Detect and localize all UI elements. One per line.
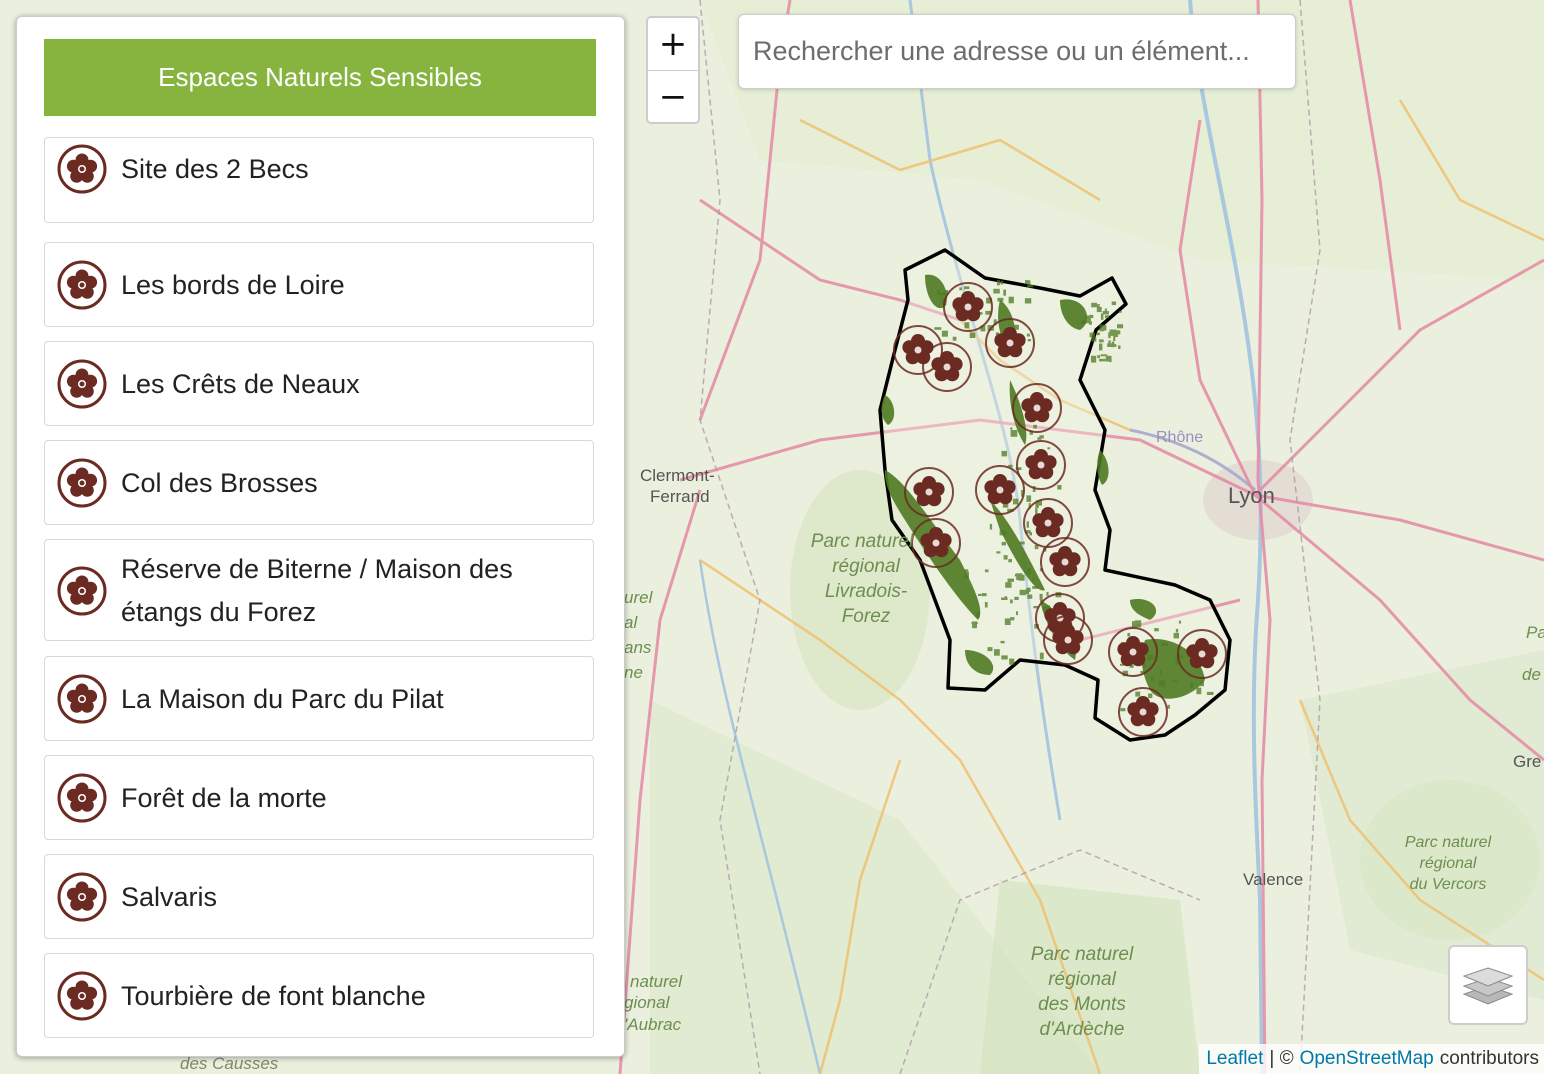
attribution-separator: | © xyxy=(1269,1048,1294,1069)
park-label-ardeche-2: régional xyxy=(1048,969,1116,990)
park-label-livradois-3: Livradois- xyxy=(825,581,907,602)
leaflet-link[interactable]: Leaflet xyxy=(1206,1048,1263,1070)
panel-title: Espaces Naturels Sensibles xyxy=(44,39,596,116)
park-label-vercors-1: Parc naturel xyxy=(1405,834,1492,851)
list-item-site[interactable]: La Maison du Parc du Pilat xyxy=(44,656,594,741)
list-item-site[interactable]: Tourbière de font blanche xyxy=(44,953,594,1038)
park-label-vercors-3: du Vercors xyxy=(1410,876,1487,893)
layers-button[interactable] xyxy=(1448,945,1528,1025)
layers-icon xyxy=(1462,967,1514,1005)
site-label: Tourbière de font blanche xyxy=(121,981,426,1011)
flower-marker-icon xyxy=(57,872,107,922)
park-label-aubrac-3: 'Aubrac xyxy=(624,1015,682,1034)
site-label: Forêt de la morte xyxy=(121,783,327,813)
park-label-left-2: al xyxy=(624,613,638,632)
park-label-left-1: urel xyxy=(624,588,654,607)
list-item-site[interactable]: Les bords de Loire xyxy=(44,242,594,327)
city-label-lyon: Lyon xyxy=(1228,483,1275,508)
park-label-right-2: de xyxy=(1522,665,1541,684)
flower-marker-icon xyxy=(57,458,107,508)
zoom-out-button[interactable]: − xyxy=(648,70,698,122)
park-label-ardeche-3: des Monts xyxy=(1038,994,1126,1015)
city-label-valence: Valence xyxy=(1243,870,1303,889)
flower-marker-icon xyxy=(57,566,107,616)
site-label: Les Crêts de Neaux xyxy=(121,369,360,399)
site-label: Site des 2 Becs xyxy=(121,154,309,184)
flower-marker-icon xyxy=(57,971,107,1021)
site-label: La Maison du Parc du Pilat xyxy=(121,684,444,714)
site-label: Salvaris xyxy=(121,882,218,912)
park-label-aubrac-1: naturel xyxy=(630,972,683,991)
park-label-ardeche-1: Parc naturel xyxy=(1031,944,1134,965)
flower-marker-icon xyxy=(57,773,107,823)
list-item-site[interactable]: Salvaris xyxy=(44,854,594,939)
site-label: Réserve de Biterne / Maison des étangs d… xyxy=(121,554,513,627)
flower-marker-icon xyxy=(57,144,107,194)
site-label: Les bords de Loire xyxy=(121,270,345,300)
park-label-left-3: ans xyxy=(624,638,652,657)
osm-link[interactable]: OpenStreetMap xyxy=(1300,1048,1434,1070)
zoom-in-button[interactable]: + xyxy=(648,18,698,70)
park-label-livradois-1: Parc naturel xyxy=(811,531,914,552)
list-item-site[interactable]: Réserve de Biterne / Maison des étangs d… xyxy=(44,539,594,641)
city-label-clermont: Clermont- xyxy=(640,466,715,485)
flower-marker-icon xyxy=(57,260,107,310)
search-input[interactable] xyxy=(739,15,1295,88)
list-item-site[interactable]: Les Crêts de Neaux xyxy=(44,341,594,426)
list-item-site[interactable]: Col des Brosses xyxy=(44,440,594,525)
river-label-rhone: Rhône xyxy=(1156,429,1203,446)
park-label-right-1: Pa xyxy=(1526,623,1544,642)
zoom-control: + − xyxy=(646,16,700,124)
city-label-ferrand: Ferrand xyxy=(650,487,710,506)
park-label-ardeche-4: d'Ardèche xyxy=(1040,1019,1125,1040)
list-item-site[interactable]: Site des 2 Becs xyxy=(44,137,594,223)
park-label-vercors-2: régional xyxy=(1420,855,1477,872)
list-item-site[interactable]: Forêt de la morte xyxy=(44,755,594,840)
park-label-livradois-4: Forez xyxy=(842,606,891,627)
flower-marker-icon xyxy=(57,359,107,409)
city-label-gre: Gre xyxy=(1513,752,1541,771)
park-label-aubrac-2: gional xyxy=(624,993,671,1012)
attribution-suffix: contributors xyxy=(1439,1048,1539,1069)
sites-panel: Espaces Naturels Sensibles Site des 2 Be… xyxy=(16,16,625,1057)
park-label-livradois-2: régional xyxy=(832,556,900,577)
park-label-left-4: ne xyxy=(624,663,643,682)
flower-marker-icon xyxy=(57,674,107,724)
search-box xyxy=(738,14,1296,89)
map-attribution: Leaflet | © OpenStreetMap contributors xyxy=(1199,1044,1544,1074)
site-label: Col des Brosses xyxy=(121,468,318,498)
